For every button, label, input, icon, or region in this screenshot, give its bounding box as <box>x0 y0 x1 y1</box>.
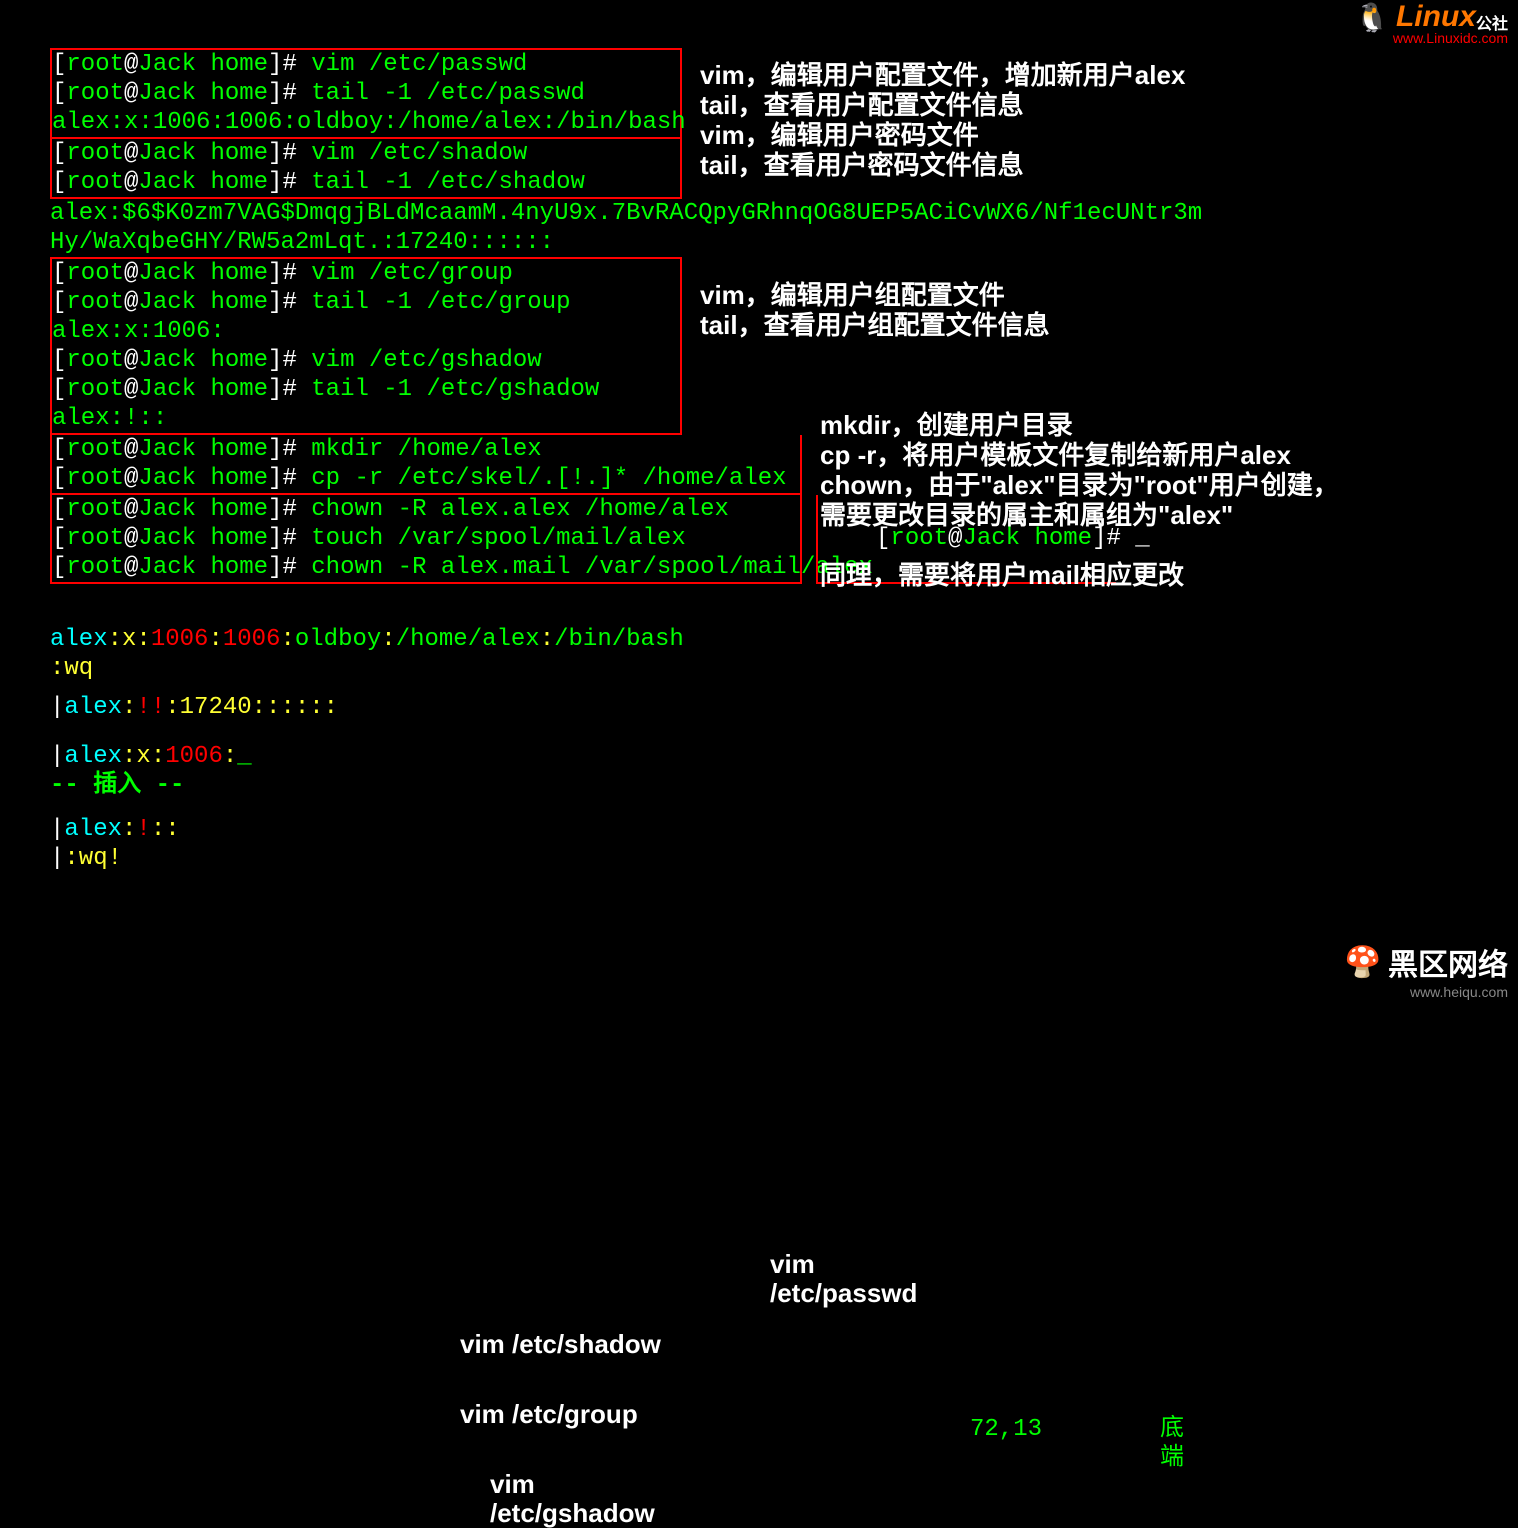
vim-bottom: 底端 <box>1160 1415 1184 1473</box>
vim-wq-bang: |:wq! <box>50 844 684 873</box>
vim-wq-1: :wq <box>50 654 684 683</box>
cmd-vim-shadow: vim /etc/shadow <box>311 140 527 167</box>
terminal-box-1: [root@Jack home]# vim /etc/passwd [root@… <box>50 48 682 139</box>
output-passwd: alex:x:1006:1006:oldboy:/home/alex:/bin/… <box>52 109 686 136</box>
vim-edits-section: alex:x:1006:1006:oldboy:/home/alex:/bin/… <box>50 625 684 883</box>
cmd-vim-group: vim /etc/group <box>311 260 513 287</box>
vim-insert-mode: -- 插入 -- <box>50 771 684 800</box>
annotation-block-2: vim，编辑用户组配置文件 tail，查看用户组配置文件信息 <box>700 280 1050 340</box>
label-vim-gshadow: vim /etc/gshadow <box>490 1470 684 1528</box>
vim-passwd-line: alex:x:1006:1006:oldboy:/home/alex:/bin/… <box>50 625 684 654</box>
annotation-chown-1: chown，由于"alex"目录为"root"用户创建， <box>820 470 1339 500</box>
cmd-tail-passwd: tail -1 /etc/passwd <box>311 80 585 107</box>
heiqu-brand: 黑区网络 <box>1388 949 1508 982</box>
output-group: alex:x:1006: <box>52 318 225 345</box>
annotation-block-1: vim，编辑用户配置文件，增加新用户alex tail，查看用户配置文件信息 v… <box>700 60 1185 180</box>
cmd-tail-gshadow: tail -1 /etc/gshadow <box>311 376 599 403</box>
heiqu-logo: 🍄 黑区网络 www.heiqu.com <box>1344 940 1508 1000</box>
annotation-chown-2: 需要更改目录的属主和属组为"alex" <box>820 500 1339 530</box>
annotation-vim-group: vim，编辑用户组配置文件 <box>700 280 1050 310</box>
annotation-tail-passwd: tail，查看用户配置文件信息 <box>700 90 1185 120</box>
mushroom-icon: 🍄 <box>1344 945 1381 980</box>
annotation-mkdir: mkdir，创建用户目录 <box>820 410 1339 440</box>
cmd-vim-passwd: vim /etc/passwd <box>311 51 527 78</box>
terminal-box-2: [root@Jack home]# vim /etc/shadow [root@… <box>50 139 682 199</box>
annotation-cp: cp -r，将用户模板文件复制给新用户alex <box>820 440 1339 470</box>
cmd-cp: cp -r /etc/skel/.[!.]* /home/alex <box>311 465 786 492</box>
terminal-box-3: [root@Jack home]# vim /etc/group [root@J… <box>50 257 682 435</box>
annotation-vim-passwd: vim，编辑用户配置文件，增加新用户alex <box>700 60 1185 90</box>
annotation-block-3: mkdir，创建用户目录 cp -r，将用户模板文件复制给新用户alex cho… <box>820 410 1339 530</box>
cmd-vim-gshadow: vim /etc/gshadow <box>311 347 541 374</box>
cmd-tail-shadow: tail -1 /etc/shadow <box>311 169 585 196</box>
annotation-tail-shadow: tail，查看用户密码文件信息 <box>700 150 1185 180</box>
annotation-block-4: 同理，需要将用户mail相应更改 <box>820 560 1184 590</box>
output-shadow-hash-1: alex:$6$K0zm7VAG$DmqgjBLdMcaamM.4nyU9x.7… <box>50 200 1202 227</box>
cmd-chown-mail: chown -R alex.mail /var/spool/mail/alex <box>311 554 873 581</box>
label-vim-passwd: vim /etc/passwd <box>770 1250 917 1308</box>
output-gshadow: alex:!:: <box>52 405 167 432</box>
annotation-vim-shadow: vim，编辑用户密码文件 <box>700 120 1185 150</box>
vim-shadow-line: |alex:!!:17240:::::: <box>50 693 684 722</box>
output-shadow-hash-2: Hy/WaXqbeGHY/RW5a2mLqt.:17240:::::: <box>50 229 554 256</box>
linux-logo: 🐧 Linux公社 www.Linuxidc.com <box>1354 0 1508 46</box>
cmd-tail-group: tail -1 /etc/group <box>311 289 570 316</box>
vim-group-line: |alex:x:1006:_ <box>50 742 684 771</box>
annotation-tail-group: tail，查看用户组配置文件信息 <box>700 310 1050 340</box>
penguin-icon: 🐧 <box>1354 1 1389 34</box>
cmd-mkdir: mkdir /home/alex <box>311 436 541 463</box>
annotation-mail: 同理，需要将用户mail相应更改 <box>820 560 1184 590</box>
vim-position: 72,13 <box>970 1415 1042 1444</box>
terminal-box-5: [root@Jack home]# chown -R alex.alex /ho… <box>50 495 802 584</box>
heiqu-url: www.heiqu.com <box>1344 984 1508 1000</box>
logo-brand: Linux <box>1396 0 1476 33</box>
cmd-chown-alex: chown -R alex.alex /home/alex <box>311 496 729 523</box>
label-vim-group: vim /etc/group <box>460 1400 638 1429</box>
terminal-box-4: [root@Jack home]# mkdir /home/alex [root… <box>50 435 802 495</box>
label-vim-shadow: vim /etc/shadow <box>460 1330 661 1359</box>
cmd-touch-mail: touch /var/spool/mail/alex <box>311 525 685 552</box>
vim-gshadow-line: |alex:!:: <box>50 815 684 844</box>
